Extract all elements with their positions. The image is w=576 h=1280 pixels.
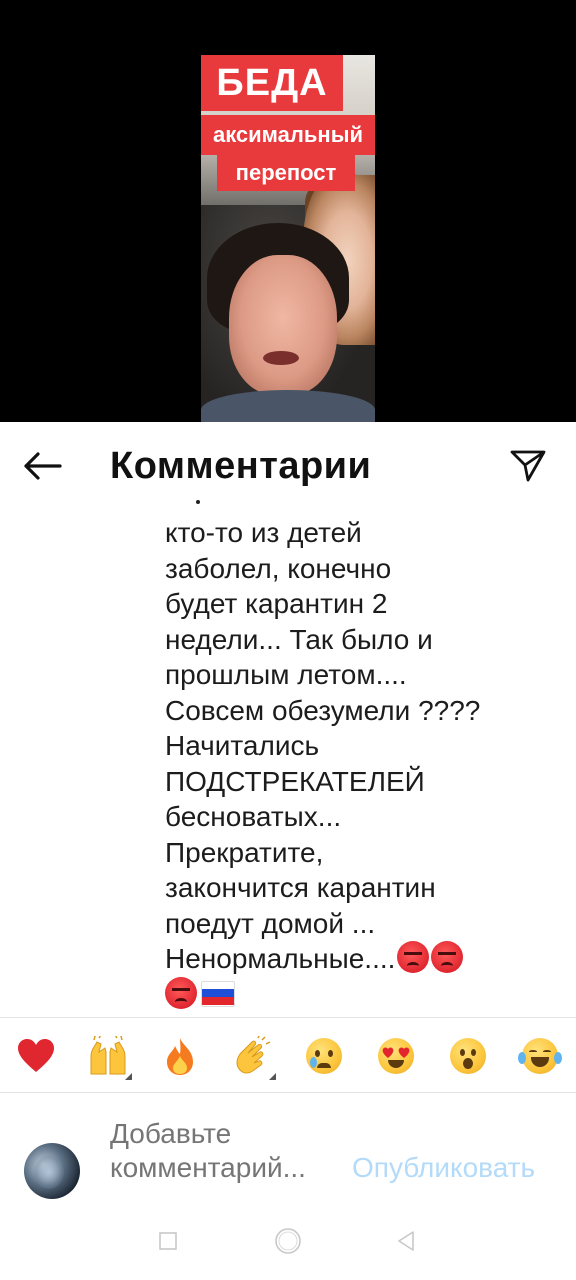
heart-eyes-face-icon — [378, 1038, 414, 1074]
comment-line: поедут домой ... — [165, 907, 376, 939]
reaction-surprised-face[interactable] — [446, 1034, 490, 1078]
comment-line: заболел, конечно — [165, 552, 392, 584]
russia-flag-emoji — [201, 980, 235, 1007]
circle-icon — [275, 1228, 301, 1254]
comment-emoji-line — [165, 976, 565, 1013]
reaction-tears-of-joy-face[interactable] — [518, 1034, 562, 1078]
comment-line: прошлым летом.... — [165, 659, 407, 690]
surprised-face-icon — [450, 1038, 486, 1074]
home-button[interactable] — [268, 1221, 308, 1261]
video-banner-caption: перепост — [217, 155, 355, 191]
skin-tone-indicator — [269, 1073, 276, 1080]
comment-line: закончится карантин — [165, 872, 436, 903]
woman-body — [201, 390, 375, 422]
reaction-red-heart[interactable] — [14, 1034, 58, 1078]
comment-line: Ненормальные.... — [165, 943, 396, 974]
truncated-text-dot — [196, 500, 200, 504]
comment-input[interactable] — [110, 1117, 340, 1189]
raising-hands-icon — [90, 1036, 126, 1075]
comment-text: кто-то из детей заболел, конечно будет к… — [165, 515, 565, 1012]
comment-line: Совсем обезумели ???? — [165, 694, 481, 726]
comment-line: будет карантин 2 — [165, 588, 388, 619]
clapping-hands-icon — [236, 1036, 271, 1074]
back-button[interactable] — [18, 446, 66, 486]
tears-of-joy-face-icon — [518, 1038, 562, 1074]
system-navigation-bar — [0, 1228, 576, 1280]
video-thumbnail[interactable]: БЕДА аксимальный перепост — [201, 55, 375, 422]
video-banner-title: БЕДА — [201, 55, 343, 111]
comment-line: ПОДСТРЕКАТЕЛЕЙ — [165, 765, 425, 797]
reaction-crying-face[interactable] — [302, 1034, 346, 1078]
woman-mouth — [263, 351, 299, 365]
video-banner-subtitle: аксимальный — [201, 115, 375, 155]
comment-line: бесноватых... — [165, 801, 342, 832]
video-preview[interactable]: БЕДА аксимальный перепост — [0, 0, 576, 422]
comment-line: недели... Так было и — [165, 623, 433, 655]
comment-line: кто-то из детей — [165, 517, 362, 548]
reaction-raising-hands[interactable] — [86, 1034, 132, 1080]
page-title: Комментарии — [110, 445, 372, 487]
system-back-button[interactable] — [386, 1221, 426, 1261]
comment-line: Начитались — [165, 730, 320, 761]
red-heart-icon — [18, 1039, 54, 1072]
quick-reactions-bar — [0, 1018, 576, 1092]
comment-body: кто-то из детей заболел, конечно будет к… — [0, 490, 576, 1016]
arrow-left-icon — [24, 452, 62, 480]
reaction-clapping-hands[interactable] — [230, 1034, 276, 1080]
comment-line-with-emoji: Ненормальные.... — [165, 941, 565, 977]
crying-face-icon — [306, 1038, 342, 1074]
triangle-back-icon — [398, 1231, 414, 1251]
skin-tone-indicator — [125, 1073, 132, 1080]
square-icon — [159, 1232, 177, 1250]
angry-face-emoji — [397, 941, 430, 973]
paper-plane-icon — [510, 450, 546, 482]
recents-button[interactable] — [148, 1221, 188, 1261]
user-avatar[interactable] — [24, 1143, 80, 1199]
woman-face — [229, 255, 337, 395]
angry-face-emoji — [431, 941, 464, 973]
comment-line: Прекратите, — [165, 836, 324, 868]
fire-icon — [167, 1038, 193, 1075]
reaction-fire[interactable] — [158, 1034, 202, 1078]
reaction-heart-eyes-face[interactable] — [374, 1034, 418, 1078]
angry-face-emoji — [165, 976, 197, 1009]
publish-button[interactable]: Опубликовать — [352, 1151, 535, 1185]
share-button[interactable] — [506, 446, 550, 486]
